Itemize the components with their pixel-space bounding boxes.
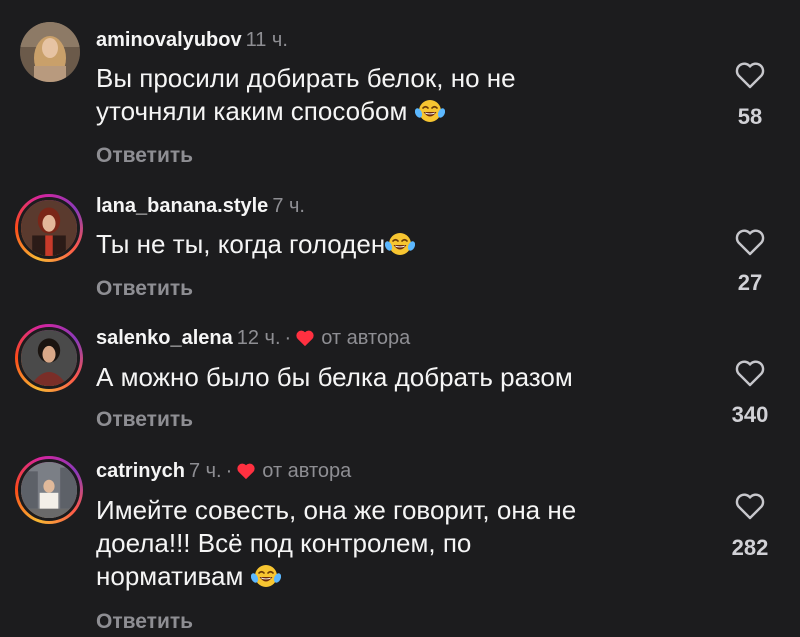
comment-line: доела!!! Всё под контролем, по	[96, 528, 472, 558]
avatar[interactable]	[20, 22, 80, 82]
comment-meta: aminovalyubov 11 ч.	[96, 27, 288, 53]
face-with-tears-of-joy-icon	[385, 231, 416, 257]
like-count: 282	[731, 535, 769, 560]
avatar-image	[18, 197, 80, 259]
avatar-photo	[21, 462, 77, 518]
like-count: 58	[737, 104, 763, 129]
username[interactable]: lana_banana.style	[96, 195, 268, 217]
reply-button[interactable]: Ответить	[96, 144, 193, 168]
username[interactable]: salenko_alena	[96, 327, 233, 349]
avatar[interactable]	[15, 324, 83, 392]
avatar-image	[18, 327, 80, 389]
comment-text: Ты не ты, когда голоден	[96, 228, 666, 261]
comment-text: Вы просили добирать белок, но не уточнял…	[96, 62, 666, 128]
avatar[interactable]	[15, 456, 83, 524]
author-liked-label: от автора	[262, 460, 352, 482]
reply-button[interactable]: Ответить	[96, 277, 193, 301]
avatar-image	[18, 459, 80, 521]
avatar-photo	[21, 330, 77, 386]
heart-filled-icon	[296, 330, 314, 347]
timestamp: 7 ч.	[272, 195, 305, 217]
avatar[interactable]	[15, 194, 83, 262]
comment-line: нормативам	[96, 561, 244, 591]
timestamp: 12 ч.	[236, 327, 281, 349]
avatar-photo	[21, 200, 77, 256]
comment-meta: lana_banana.style 7 ч.	[96, 193, 305, 219]
comment-meta: catrinych 7 ч. · от автора	[96, 458, 351, 484]
heart-outline-icon[interactable]	[734, 60, 766, 90]
username[interactable]: aminovalyubov	[96, 29, 242, 51]
avatar-photo	[20, 22, 80, 82]
reply-button[interactable]: Ответить	[96, 408, 193, 432]
reply-button[interactable]: Ответить	[96, 610, 193, 634]
heart-outline-icon[interactable]	[734, 491, 766, 521]
timestamp: 11 ч.	[245, 29, 288, 51]
timestamp: 7 ч.	[188, 460, 222, 482]
comment-text: А можно было бы белка добрать разом	[96, 361, 666, 394]
comment-text: Имейте совесть, она же говорит, она не д…	[96, 494, 666, 593]
separator: ·	[284, 327, 292, 349]
like-count: 27	[737, 270, 763, 295]
comment-line: Имейте совесть, она же говорит, она не	[96, 495, 577, 525]
comment-line: Ты не ты, когда голоден	[96, 229, 386, 259]
comment-meta: salenko_alena 12 ч. · от автора	[96, 325, 410, 351]
author-liked-label: от автора	[321, 327, 411, 349]
comment-line: А можно было бы белка добрать разом	[96, 362, 573, 392]
heart-filled-icon	[237, 463, 255, 480]
face-with-tears-of-joy-icon	[414, 98, 445, 124]
heart-outline-icon[interactable]	[734, 358, 766, 388]
face-with-tears-of-joy-icon	[250, 563, 281, 589]
username[interactable]: catrinych	[96, 460, 185, 482]
comment-line: уточняли каким способом	[96, 96, 408, 126]
like-count: 340	[731, 402, 769, 427]
comment-line: Вы просили добирать белок, но не	[96, 63, 516, 93]
separator: ·	[225, 460, 233, 482]
heart-outline-icon[interactable]	[734, 227, 766, 257]
